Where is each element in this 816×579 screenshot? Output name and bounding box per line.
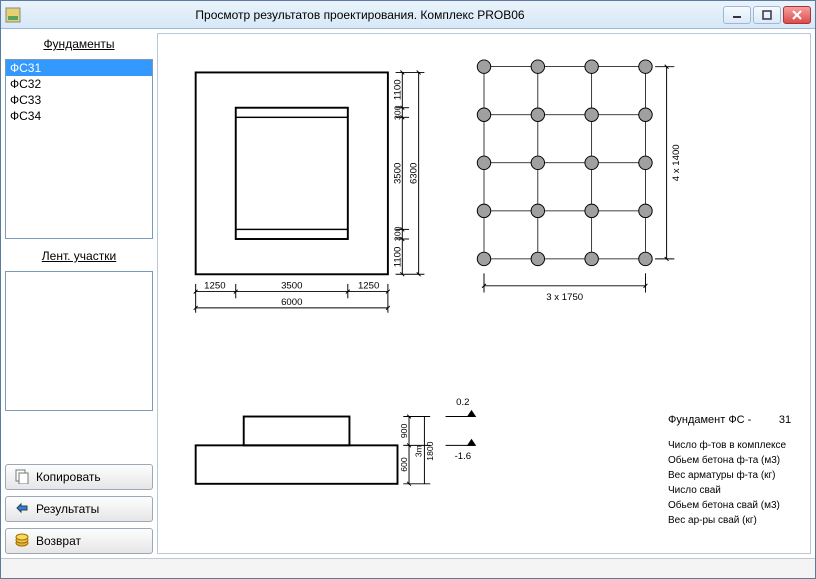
- statusbar: [1, 558, 815, 578]
- return-button[interactable]: Возврат: [5, 528, 153, 554]
- svg-text:300: 300: [392, 227, 402, 242]
- svg-text:1250: 1250: [204, 281, 225, 292]
- drawing-canvas: 1250 3500 1250 6000: [157, 33, 811, 554]
- svg-text:3500: 3500: [281, 281, 302, 292]
- maximize-button[interactable]: [753, 6, 781, 24]
- results-button[interactable]: Результаты: [5, 496, 153, 522]
- property-row: Обьем бетона свай (м3)15: [668, 498, 816, 513]
- minimize-button[interactable]: [723, 6, 751, 24]
- copy-label: Копировать: [36, 470, 101, 484]
- property-row: Число свай20: [668, 483, 816, 498]
- svg-text:1100: 1100: [392, 79, 403, 100]
- property-row: Вес арматуры ф-та (кг)848: [668, 468, 816, 483]
- app-window: Просмотр результатов проектирования. Ком…: [0, 0, 816, 579]
- foundations-heading: Фундаменты: [5, 33, 153, 53]
- svg-text:0.2: 0.2: [456, 397, 469, 408]
- svg-text:600: 600: [399, 457, 409, 472]
- list-item[interactable]: ФС31: [6, 60, 152, 76]
- svg-text:4 x 1400: 4 x 1400: [671, 144, 682, 181]
- return-icon: [14, 532, 30, 551]
- property-row: Обьем бетона ф-та (м3)38.01: [668, 453, 816, 468]
- close-button[interactable]: [783, 6, 811, 24]
- svg-text:1100: 1100: [392, 247, 403, 268]
- foundations-listbox[interactable]: ФС31ФС32ФС33ФС34: [5, 59, 153, 239]
- window-title: Просмотр результатов проектирования. Ком…: [0, 8, 723, 22]
- svg-text:3 x 1750: 3 x 1750: [546, 292, 583, 303]
- results-label: Результаты: [36, 502, 99, 516]
- svg-text:3m: 3m: [414, 445, 424, 457]
- svg-text:300: 300: [392, 105, 402, 120]
- property-row: Число ф-тов в комплексе1: [668, 438, 816, 453]
- svg-text:900: 900: [399, 424, 409, 439]
- list-item[interactable]: ФС34: [6, 108, 152, 124]
- window-controls: [723, 6, 811, 24]
- sidebar-spacer: [5, 417, 153, 458]
- titlebar: Просмотр результатов проектирования. Ком…: [1, 1, 815, 29]
- svg-text:6300: 6300: [409, 163, 420, 184]
- tapes-heading: Лент. участки: [5, 245, 153, 265]
- sidebar: Фундаменты ФС31ФС32ФС33ФС34 Лент. участк…: [5, 33, 153, 554]
- svg-text:1800: 1800: [425, 441, 435, 460]
- list-item[interactable]: ФС32: [6, 76, 152, 92]
- list-item[interactable]: ФС33: [6, 92, 152, 108]
- return-label: Возврат: [36, 534, 81, 548]
- copy-icon: [14, 468, 30, 487]
- results-icon: [14, 500, 30, 519]
- property-row: Вес ар-ры свай (кг)2225: [668, 513, 816, 528]
- tapes-listbox[interactable]: [5, 271, 153, 411]
- svg-text:3500: 3500: [392, 163, 403, 184]
- svg-text:6000: 6000: [281, 297, 302, 308]
- svg-text:-1.6: -1.6: [455, 451, 472, 462]
- copy-button[interactable]: Копировать: [5, 464, 153, 490]
- properties-title: Фундамент ФС - 31: [668, 414, 816, 426]
- client-area: Фундаменты ФС31ФС32ФС33ФС34 Лент. участк…: [1, 29, 815, 558]
- svg-text:1250: 1250: [358, 281, 379, 292]
- properties-panel: Фундамент ФС - 31 Число ф-тов в комплекс…: [668, 414, 816, 528]
